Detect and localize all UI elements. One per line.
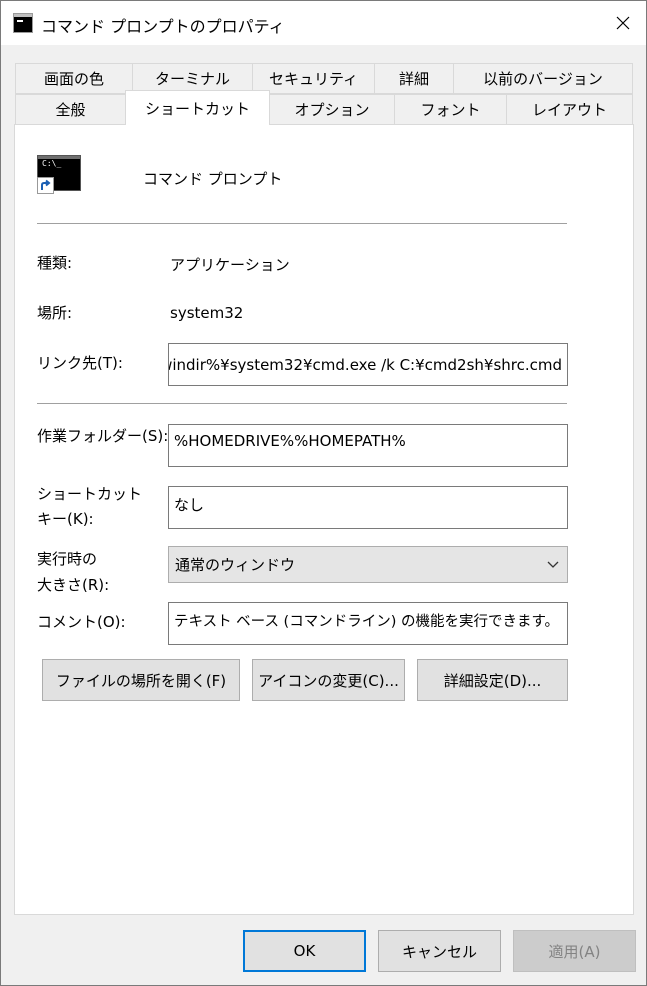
app-name: コマンド プロンプト (143, 170, 283, 188)
divider (37, 223, 567, 224)
ok-button[interactable]: OK (243, 930, 366, 972)
tab-label: フォント (420, 101, 481, 119)
open-file-location-button[interactable]: ファイルの場所を開く(F) (42, 659, 240, 701)
tab-label: セキュリティ (268, 70, 359, 88)
console-app-icon: C:\_ (37, 155, 83, 199)
run-label-line2: 大きさ(R): (37, 576, 110, 594)
location-value: system32 (170, 304, 244, 322)
comment-input[interactable]: テキスト ベース (コマンドライン) の機能を実行できます。 (168, 602, 568, 645)
advanced-button[interactable]: 詳細設定(D)... (417, 659, 568, 701)
hotkey-input-text: なし (174, 496, 205, 514)
tab-font[interactable]: フォント (394, 94, 507, 125)
startin-input-text: %HOMEDRIVE%%HOMEPATH% (174, 432, 406, 450)
console-window-icon (13, 13, 33, 33)
type-label: 種類: (37, 254, 73, 272)
tab-general[interactable]: 全般 (15, 94, 126, 125)
target-input[interactable]: %windir%¥system32¥cmd.exe /k C:¥cmd2sh¥s… (168, 343, 568, 386)
properties-dialog: コマンド プロンプトのプロパティ 画面の色 ターミナル セキュリティ 詳細 以前… (0, 0, 647, 986)
tab-label: 詳細 (398, 70, 429, 88)
target-input-text: %windir%¥system32¥cmd.exe /k C:¥cmd2sh¥s… (168, 355, 562, 374)
title-bar: コマンド プロンプトのプロパティ (1, 1, 646, 45)
apply-button[interactable]: 適用(A) (513, 930, 636, 972)
tab-shortcut[interactable]: ショートカット (125, 90, 270, 125)
tab-label: 以前のバージョン (483, 70, 603, 88)
type-value: アプリケーション (170, 256, 290, 274)
tab-previous-versions[interactable]: 以前のバージョン (453, 63, 633, 94)
comment-label: コメント(O): (37, 613, 126, 631)
close-icon (616, 16, 630, 30)
hotkey-label-line2: キー(K): (37, 510, 94, 528)
hotkey-label-line1: ショートカット (37, 485, 143, 503)
tab-label: 画面の色 (43, 70, 104, 88)
target-label: リンク先(T): (37, 354, 123, 372)
tab-label: オプション (294, 101, 370, 119)
run-size-dropdown[interactable]: 通常のウィンドウ (168, 546, 568, 583)
tab-label: レイアウト (531, 101, 607, 119)
tab-label: ターミナル (154, 70, 230, 88)
shortcut-arrow-icon (37, 177, 54, 194)
close-button[interactable] (600, 1, 646, 45)
chevron-down-icon (547, 561, 559, 568)
location-label: 場所: (37, 304, 73, 322)
divider (37, 403, 567, 404)
startin-input[interactable]: %HOMEDRIVE%%HOMEPATH% (168, 424, 568, 467)
tab-label: ショートカット (144, 99, 250, 118)
change-icon-button[interactable]: アイコンの変更(C)... (252, 659, 405, 701)
tab-security[interactable]: セキュリティ (252, 63, 375, 94)
tab-options[interactable]: オプション (269, 94, 395, 125)
cancel-button[interactable]: キャンセル (378, 930, 501, 972)
tab-layout[interactable]: レイアウト (506, 94, 633, 125)
startin-label: 作業フォルダー(S): (37, 427, 169, 445)
tab-label: 全般 (55, 101, 86, 119)
tab-details[interactable]: 詳細 (374, 63, 454, 94)
window-title: コマンド プロンプトのプロパティ (41, 17, 285, 36)
run-label-line1: 実行時の (37, 550, 98, 568)
hotkey-input[interactable]: なし (168, 486, 568, 529)
tab-colors[interactable]: 画面の色 (15, 63, 133, 94)
comment-input-text: テキスト ベース (コマンドライン) の機能を実行できます。 (174, 614, 560, 630)
run-size-value: 通常のウィンドウ (175, 556, 296, 574)
